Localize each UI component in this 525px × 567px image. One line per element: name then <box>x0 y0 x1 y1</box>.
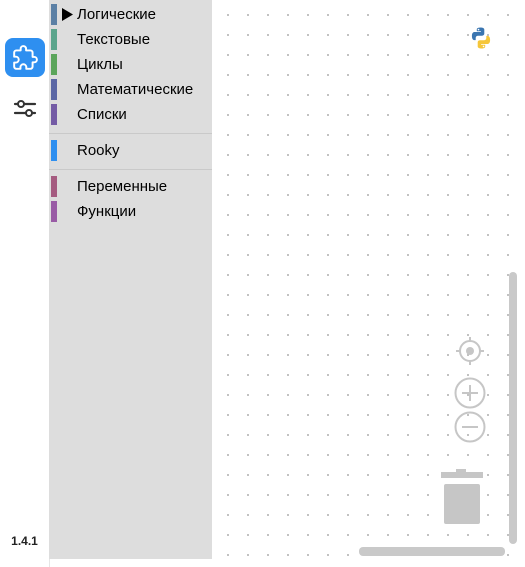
category-loops[interactable]: Циклы <box>49 54 212 76</box>
trash-button[interactable] <box>440 466 484 531</box>
category-label: Переменные <box>77 178 168 195</box>
category-label: Логические <box>77 6 156 23</box>
sliders-icon <box>13 100 37 117</box>
category-color-bar <box>51 140 57 161</box>
toolbox-separator <box>49 169 212 170</box>
category-label: Rooky <box>77 142 120 159</box>
zoom-out-button[interactable] <box>454 411 486 448</box>
category-color-bar <box>51 176 57 197</box>
category-label: Функции <box>77 203 137 220</box>
category-color-bar <box>51 29 57 50</box>
recenter-button[interactable] <box>455 336 485 371</box>
horizontal-scrollbar[interactable] <box>359 547 505 556</box>
category-label: Математические <box>77 81 194 98</box>
sidebar-rail: 1.4.1 <box>0 0 50 567</box>
category-rooky[interactable]: Rooky <box>49 140 212 162</box>
vertical-scrollbar[interactable] <box>509 272 517 544</box>
recenter-icon <box>456 337 484 365</box>
settings-tab[interactable] <box>12 97 38 121</box>
puzzle-icon <box>13 44 38 70</box>
category-color-bar <box>51 201 57 222</box>
zoom-in-button[interactable] <box>454 377 486 414</box>
toolbox-separator <box>49 133 212 134</box>
expand-arrow-icon <box>62 8 73 21</box>
zoom-out-icon <box>454 411 486 443</box>
category-color-bar <box>51 4 57 25</box>
category-math[interactable]: Математические <box>49 79 212 101</box>
category-text[interactable]: Текстовые <box>49 29 212 51</box>
category-color-bar <box>51 104 57 125</box>
category-lists[interactable]: Списки <box>49 104 212 126</box>
category-color-bar <box>51 79 57 100</box>
category-variables[interactable]: Переменные <box>49 176 212 198</box>
blocks-tab[interactable] <box>5 38 45 77</box>
category-functions[interactable]: Функции <box>49 201 212 223</box>
category-logic[interactable]: Логические <box>49 4 212 26</box>
version-label: 1.4.1 <box>11 534 38 548</box>
category-color-bar <box>51 54 57 75</box>
category-label: Текстовые <box>77 31 151 48</box>
zoom-in-icon <box>454 377 486 409</box>
trash-icon <box>441 469 483 524</box>
category-label: Списки <box>77 106 127 123</box>
toolbox: Логические Текстовые Циклы Математически… <box>49 0 212 559</box>
category-label: Циклы <box>77 56 123 73</box>
python-icon[interactable] <box>469 26 493 50</box>
